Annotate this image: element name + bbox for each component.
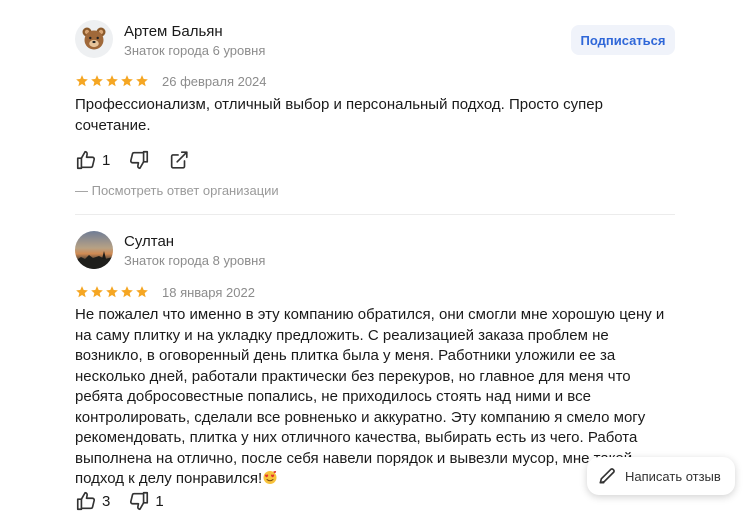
thumbs-up-icon (76, 491, 96, 511)
rating-stars (75, 285, 149, 299)
avatar[interactable] (75, 231, 113, 269)
star-icon (106, 286, 118, 298)
star-icon (91, 286, 103, 298)
thumbs-down-icon (130, 491, 149, 511)
review-actions: 3 1 (75, 490, 182, 512)
star-icon (76, 286, 88, 298)
pencil-icon (599, 468, 615, 484)
author-level: Знаток города 8 уровня (124, 253, 266, 268)
dislike-button[interactable]: 1 (128, 490, 164, 512)
like-count: 3 (102, 492, 111, 510)
review-card: Султан Знаток города 8 уровня 18 января … (0, 0, 743, 515)
sunset-photo (75, 251, 113, 269)
like-button[interactable]: 3 (75, 490, 110, 512)
review-date: 18 января 2022 (162, 285, 255, 300)
author-name[interactable]: Султан (124, 233, 174, 250)
review-text: Не пожалел что именно в эту компанию обр… (75, 305, 675, 490)
heart-face-emoji-icon (263, 470, 277, 484)
write-review-label: Написать отзыв (625, 468, 721, 484)
dislike-count: 1 (155, 492, 164, 510)
star-icon (121, 286, 133, 298)
star-icon (136, 286, 148, 298)
review-text-body: Не пожалел что именно в эту компанию обр… (75, 306, 665, 487)
write-review-button[interactable]: Написать отзыв (587, 457, 735, 495)
